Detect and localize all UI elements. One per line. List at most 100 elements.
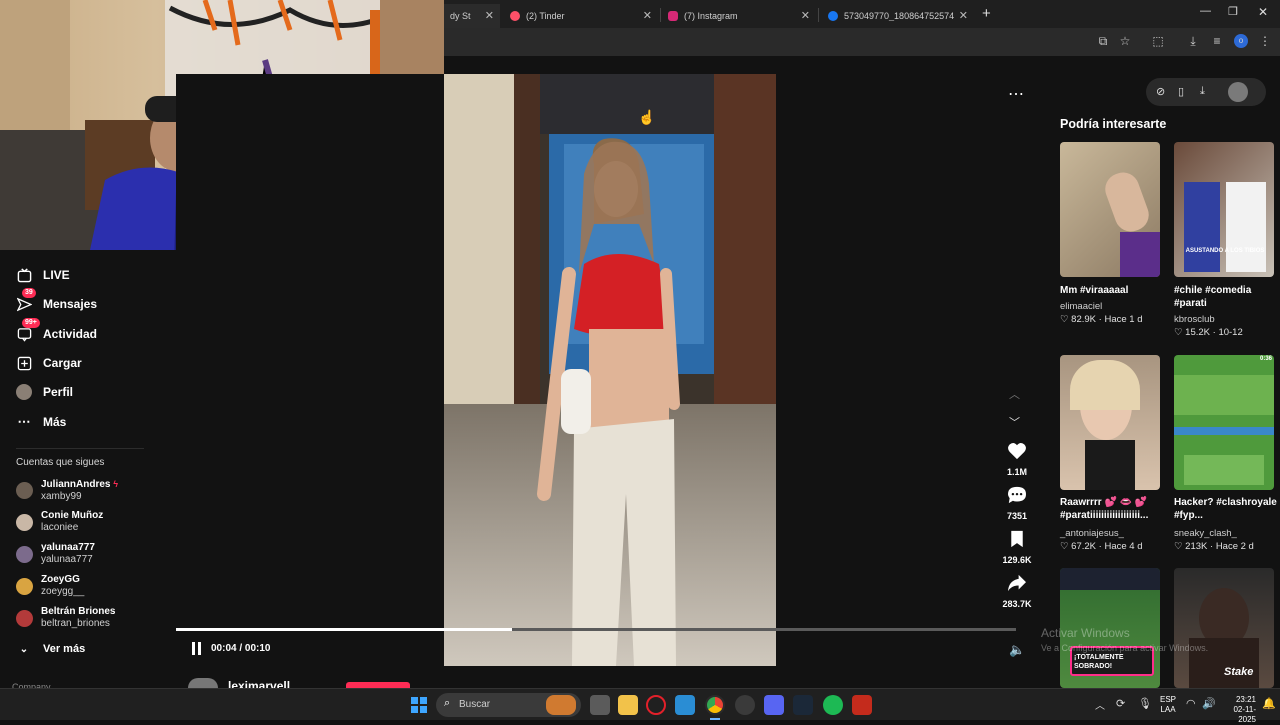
- tab-current[interactable]: dy St ✕: [444, 4, 500, 28]
- see-more-label: Ver más: [43, 643, 86, 655]
- more-options-icon[interactable]: ⋯: [1008, 84, 1024, 104]
- author-avatar[interactable]: [188, 678, 218, 688]
- video-stats: ♡ 67.2K · Hace 4 d: [1060, 541, 1143, 552]
- wifi-icon[interactable]: ◠: [1186, 697, 1196, 710]
- progress-track[interactable]: [176, 628, 1016, 631]
- messages-icon: 39: [16, 288, 36, 312]
- app-icon[interactable]: [852, 695, 872, 715]
- video-title[interactable]: #chile #comedia #parati: [1174, 284, 1278, 310]
- chrome-icon[interactable]: [705, 695, 725, 715]
- video-thumbnail[interactable]: 0:36: [1174, 355, 1274, 490]
- heart-icon: ♡: [1060, 314, 1069, 325]
- video-author[interactable]: kbrosclub: [1174, 314, 1215, 325]
- opera-icon[interactable]: [646, 695, 666, 715]
- close-icon[interactable]: ✕: [959, 9, 968, 22]
- video-frame[interactable]: [444, 74, 776, 666]
- close-icon[interactable]: ✕: [643, 9, 652, 22]
- nav-profile[interactable]: Perfil: [16, 384, 73, 400]
- following-item[interactable]: JuliannAndres ϟ xamby99: [16, 478, 118, 503]
- restore-button[interactable]: ❐: [1228, 5, 1238, 18]
- chevron-down-icon[interactable]: ﹀: [1009, 414, 1020, 430]
- sync-icon[interactable]: ⟳: [1116, 697, 1125, 710]
- video-title[interactable]: Mm #viraaaaal: [1060, 284, 1164, 297]
- following-item[interactable]: yalunaa777 yalunaa777: [16, 542, 95, 566]
- pause-icon[interactable]: [191, 642, 203, 655]
- language-indicator[interactable]: ESP LAA: [1160, 695, 1176, 715]
- top-actions-pill: ⊘ ▯ ⤓: [1146, 78, 1266, 106]
- download-icon[interactable]: ⤓: [1200, 85, 1205, 98]
- profile-avatar: [16, 384, 32, 400]
- chevron-up-icon[interactable]: ︿: [1095, 697, 1105, 712]
- notifications-icon[interactable]: 🔔: [1262, 697, 1276, 710]
- divider: [16, 448, 144, 449]
- discord-icon[interactable]: [764, 695, 784, 715]
- bookmark-star-icon[interactable]: ☆: [1118, 34, 1132, 48]
- taskbar-search[interactable]: ⌕ Buscar: [436, 693, 581, 717]
- video-thumbnail[interactable]: [1060, 142, 1160, 277]
- profile-avatar[interactable]: [1228, 82, 1248, 102]
- account-handle: beltran_briones: [41, 618, 110, 629]
- comment-button[interactable]: 7351: [1000, 486, 1034, 521]
- tab-tinder[interactable]: (2) Tinder ✕: [504, 4, 656, 28]
- save-button[interactable]: 129.6K: [1000, 530, 1034, 565]
- file-explorer-icon[interactable]: [618, 695, 638, 715]
- like-button[interactable]: 1.1M: [1000, 442, 1034, 477]
- nav-live[interactable]: LIVE: [16, 267, 70, 283]
- chevron-up-icon[interactable]: ︿: [1009, 386, 1020, 402]
- avatar: [16, 545, 33, 563]
- like-count: 15.2K: [1185, 327, 1210, 338]
- task-view-icon[interactable]: [590, 695, 610, 715]
- tab-instagram[interactable]: (7) Instagram ✕: [662, 4, 814, 28]
- video-stats: ♡ 15.2K · 10-12: [1174, 327, 1243, 338]
- activity-icon: 99+: [16, 318, 40, 342]
- video-author[interactable]: _antoniajesus_: [1060, 528, 1124, 539]
- heart-icon: ♡: [1174, 327, 1183, 338]
- following-item[interactable]: ZoeyGG zoeygg__: [16, 574, 84, 598]
- author-name[interactable]: leximarvell: [228, 680, 290, 688]
- extensions-icon[interactable]: ⬚: [1151, 34, 1165, 48]
- video-title[interactable]: Raawrrrr 💕 👄 💕 #paratiiiiiiiiiiiiiiiiii.…: [1060, 496, 1164, 522]
- windows-start-icon[interactable]: [411, 697, 427, 713]
- video-author[interactable]: elimaaciel: [1060, 301, 1102, 312]
- share-button[interactable]: 283.7K: [1000, 574, 1034, 609]
- phone-icon[interactable]: ▯: [1178, 85, 1184, 98]
- following-item[interactable]: Conie Muñoz laconiee: [16, 510, 103, 534]
- video-author[interactable]: sneaky_clash_: [1174, 528, 1237, 539]
- video-thumbnail[interactable]: [1060, 355, 1160, 490]
- media-controls-icon[interactable]: ≡: [1210, 34, 1224, 48]
- video-thumbnail[interactable]: ASUSTANDO A LOS TIBIOS: [1174, 142, 1274, 277]
- video-thumbnail[interactable]: Stake: [1174, 568, 1274, 688]
- nav-activity[interactable]: 99+ Actividad: [16, 318, 97, 342]
- steam-icon[interactable]: [793, 695, 813, 715]
- nav-messages[interactable]: 39 Mensajes: [16, 288, 97, 312]
- minimize-button[interactable]: —: [1200, 5, 1211, 17]
- nav-upload[interactable]: Cargar: [16, 355, 82, 371]
- downloads-icon[interactable]: ⤓: [1186, 34, 1200, 48]
- tinder-icon: [510, 11, 520, 21]
- profile-avatar[interactable]: o: [1234, 34, 1248, 48]
- video-title[interactable]: Hacker? #clashroyale #fyp...: [1174, 496, 1278, 522]
- recommendations-panel: ⊘ ▯ ⤓ Podría interesarte Mm #viraaaaal e…: [1044, 74, 1280, 688]
- new-tab-button[interactable]: +: [982, 5, 991, 22]
- microphone-icon[interactable]: 🎙: [1138, 697, 1152, 710]
- comment-count: 7351: [1006, 511, 1028, 521]
- volume-icon[interactable]: 🔊: [1202, 697, 1216, 710]
- tab-facebook[interactable]: 573049770_180864752574761 ✕: [822, 4, 972, 28]
- app-icon[interactable]: [675, 695, 695, 715]
- keyboard-layout: LAA: [1160, 705, 1176, 714]
- compass-icon[interactable]: ⊘: [1156, 85, 1165, 98]
- close-icon[interactable]: ✕: [801, 9, 810, 22]
- install-app-icon[interactable]: ⧉: [1096, 34, 1110, 48]
- app-icon[interactable]: [735, 695, 755, 715]
- following-item[interactable]: Beltrán Briones beltran_briones: [16, 606, 115, 630]
- spotify-icon[interactable]: [823, 695, 843, 715]
- clock[interactable]: 23:21 02-11-2025: [1218, 695, 1256, 725]
- see-more-button[interactable]: ⌄ Ver más: [16, 641, 85, 657]
- close-window-button[interactable]: ✕: [1258, 5, 1268, 19]
- nav-more[interactable]: ⋯ Más: [16, 414, 67, 430]
- volume-icon[interactable]: 🔈: [1009, 642, 1025, 658]
- language-code: ESP: [1160, 695, 1177, 704]
- close-icon[interactable]: ✕: [485, 9, 494, 22]
- menu-icon[interactable]: ⋮: [1258, 34, 1272, 48]
- sidebar: LIVE 39 Mensajes 99+ Actividad Cargar Pe…: [0, 250, 176, 688]
